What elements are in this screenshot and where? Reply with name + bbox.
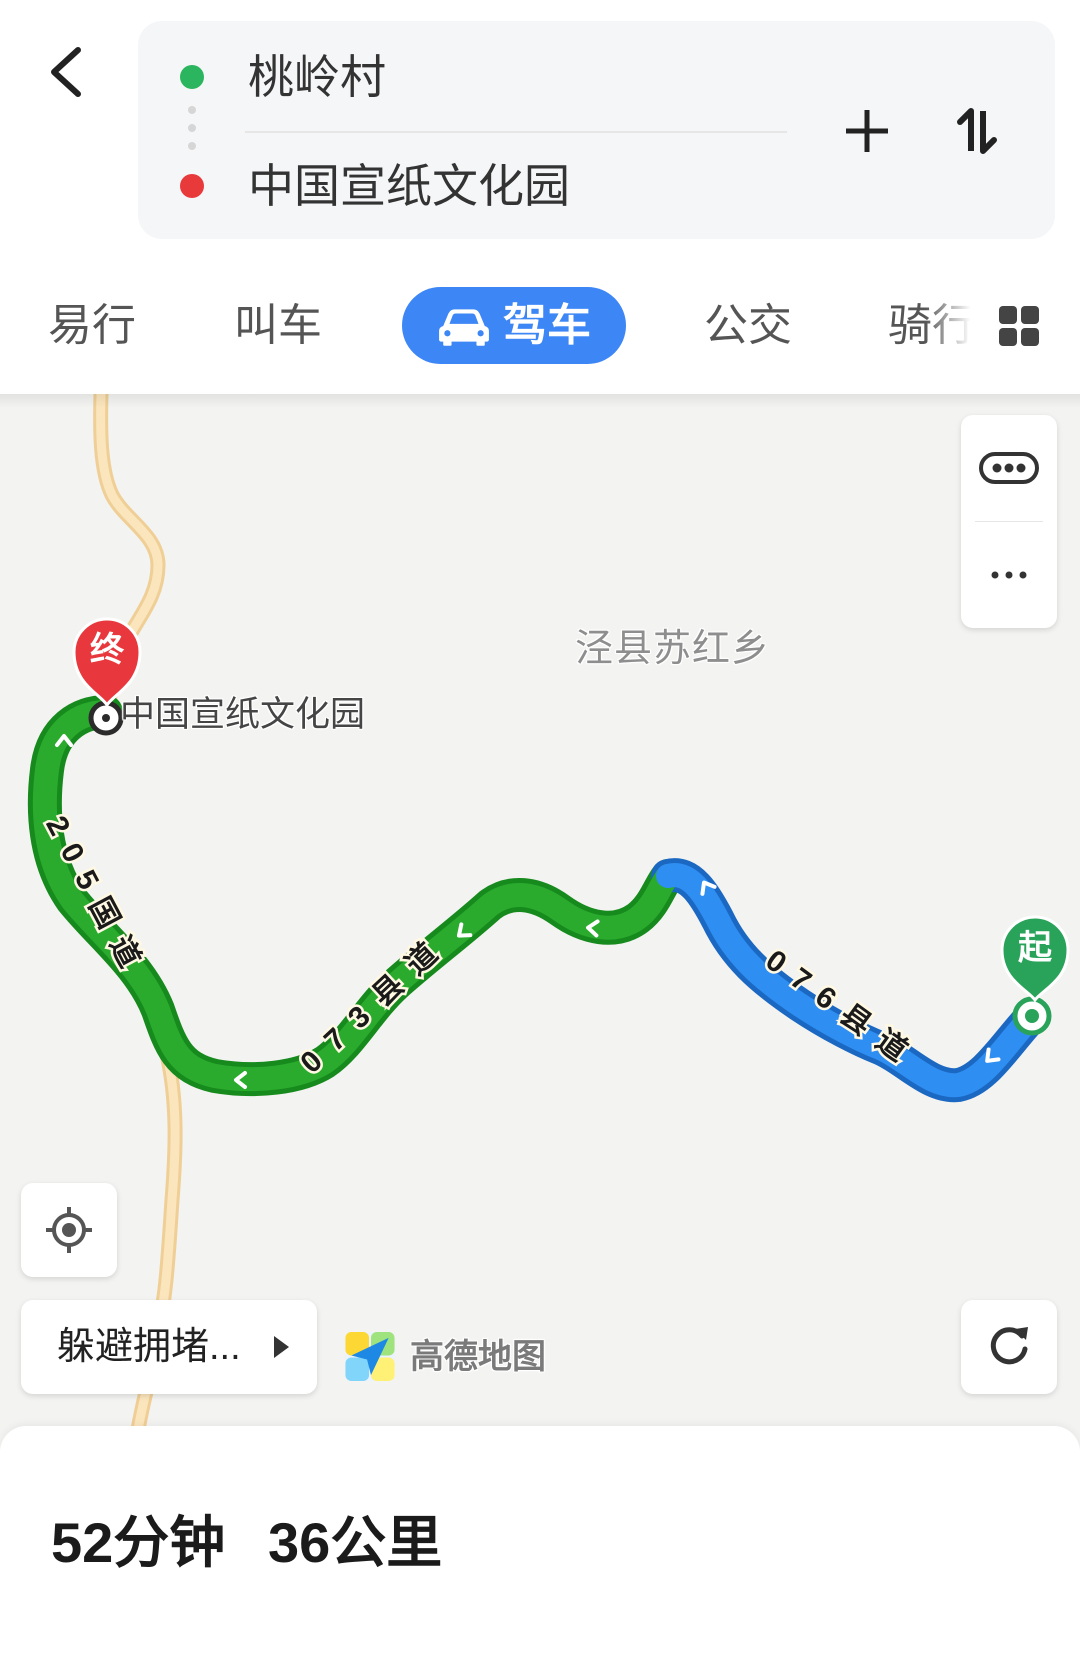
route-distance: 36公里 [268, 1511, 443, 1574]
start-point-center [1025, 1009, 1039, 1023]
end-pin-label: 终 [90, 631, 125, 669]
add-waypoint-button[interactable] [839, 103, 895, 159]
amap-logo-icon [345, 1331, 395, 1382]
start-point[interactable] [1012, 996, 1052, 1036]
swap-origin-destination-button[interactable] [949, 103, 1005, 159]
area-label: 泾县苏红乡 [575, 628, 771, 670]
more-dots-icon [991, 571, 1027, 579]
amap-logo-text: 高德地图 [410, 1338, 546, 1376]
tab-yixing[interactable]: 易行 [48, 298, 136, 354]
route-input-panel: 桃岭村 中国宣纸文化园 [138, 21, 1055, 239]
more-button[interactable] [961, 522, 1057, 628]
locate-button[interactable] [21, 1183, 117, 1277]
refresh-button[interactable] [961, 1300, 1057, 1394]
destination-field[interactable]: 中国宣纸文化园 [248, 158, 570, 214]
swap-icon [957, 108, 997, 154]
tab-fade-overlay [925, 296, 995, 356]
route-connector-dot [188, 124, 196, 132]
header-shadow [0, 394, 1080, 408]
origin-field[interactable]: 桃岭村 [248, 49, 386, 105]
locate-icon [46, 1207, 92, 1253]
route-duration: 52分钟 [51, 1511, 226, 1574]
map-tools-panel [961, 415, 1057, 628]
car-icon [439, 308, 489, 346]
traffic-icon [979, 452, 1039, 484]
tab-driving[interactable]: 驾车 [402, 287, 626, 364]
route-connector-dot [188, 142, 196, 150]
avoid-congestion-button[interactable]: 躲避拥堵... [21, 1300, 317, 1394]
grid-icon [999, 306, 1039, 346]
chevron-left-icon [51, 47, 81, 97]
plus-icon [846, 110, 888, 152]
back-button[interactable] [38, 40, 94, 104]
destination-point[interactable] [88, 700, 124, 736]
start-pin-label: 起 [1018, 929, 1053, 967]
field-divider [245, 131, 787, 133]
route-summary-sheet[interactable]: 52分钟 36公里 [0, 1426, 1080, 1669]
avoid-congestion-label: 躲避拥堵... [57, 1326, 241, 1368]
route-connector-dot [188, 106, 196, 114]
start-pin[interactable]: 起 [1000, 915, 1070, 1003]
tab-taxi[interactable]: 叫车 [234, 298, 322, 354]
tab-driving-label: 驾车 [503, 300, 591, 350]
triangle-right-icon [274, 1336, 289, 1358]
traffic-button[interactable] [961, 415, 1057, 521]
tab-transit[interactable]: 公交 [704, 298, 792, 354]
road-label-073: 073县道 [294, 926, 456, 1080]
origin-dot [180, 65, 204, 89]
route-planner-header: 桃岭村 中国宣纸文化园 易行 叫车 驾车 公交 [0, 0, 1080, 394]
destination-dot [180, 174, 204, 198]
destination-point-center [102, 714, 110, 722]
more-modes-button[interactable] [997, 304, 1041, 348]
destination-map-label: 中国宣纸文化园 [120, 695, 366, 734]
refresh-icon [990, 1327, 1028, 1365]
